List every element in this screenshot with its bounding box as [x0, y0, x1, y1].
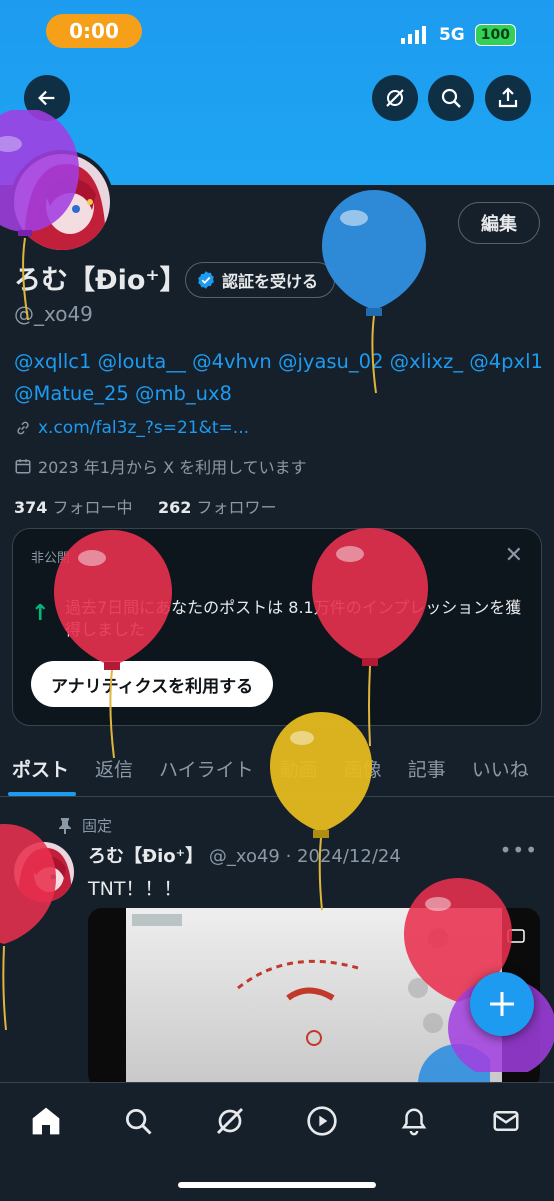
follow-stats: 374 フォロー中 262 フォロワー	[14, 494, 276, 518]
status-time: 0:00	[46, 14, 142, 48]
following-label: フォロー中	[52, 498, 133, 517]
card-private-label: 非公開	[31, 551, 71, 566]
arrow-up-icon: ↑	[31, 601, 50, 626]
nav-explore[interactable]	[120, 1103, 156, 1139]
signal-icon	[400, 26, 426, 44]
profile-link-text[interactable]: x.com/fal3z_?s=21&t=...	[38, 418, 249, 438]
mail-icon	[493, 1111, 519, 1131]
followers-link[interactable]: 262 フォロワー	[158, 498, 277, 517]
tab-images[interactable]: 画像	[332, 755, 396, 782]
pinned-indicator: 固定	[58, 815, 112, 836]
compose-button[interactable]	[470, 972, 534, 1036]
search-button[interactable]	[428, 75, 474, 121]
tab-likes[interactable]: いいね	[460, 755, 543, 782]
verified-badge-icon	[198, 271, 214, 289]
play-icon	[307, 1106, 337, 1136]
joined-text: 2023 年1月から X を利用しています	[38, 458, 307, 477]
post-header: ろむ【Đio⁺】 @_xo49 · 2024/12/24	[88, 842, 401, 868]
tab-posts[interactable]: ポスト	[0, 755, 83, 782]
network-type: 5G	[438, 25, 465, 45]
following-link[interactable]: 374 フォロー中	[14, 498, 133, 517]
more-options-icon[interactable]: •••	[500, 838, 538, 862]
tab-highlights[interactable]: ハイライト	[147, 755, 268, 782]
post-author-name[interactable]: ろむ【Đio⁺】	[88, 846, 203, 867]
battery-level: 100	[474, 24, 516, 46]
post-handle-date: @_xo49 · 2024/12/24	[208, 846, 401, 867]
plus-icon	[490, 992, 514, 1016]
tab-replies[interactable]: 返信	[83, 755, 147, 782]
active-tab-indicator	[8, 792, 76, 796]
tab-articles[interactable]: 記事	[396, 755, 460, 782]
grok-button[interactable]	[372, 75, 418, 121]
profile-handle: @_xo49	[14, 302, 93, 326]
nav-notifications[interactable]	[396, 1103, 432, 1139]
analytics-button[interactable]: アナリティクスを利用する	[31, 661, 274, 707]
link-icon	[17, 421, 29, 435]
grok-icon	[216, 1107, 244, 1135]
pin-icon	[59, 817, 71, 834]
close-icon[interactable]: ✕	[505, 543, 523, 568]
back-button[interactable]	[24, 75, 70, 121]
get-verified-button[interactable]: 認証を受ける	[185, 262, 336, 298]
calendar-icon	[15, 459, 31, 474]
status-icons: 5G 100	[400, 24, 516, 46]
nav-messages[interactable]	[488, 1103, 524, 1139]
search-icon	[441, 88, 461, 108]
profile-tabs: ポスト 返信 ハイライト 動画 画像 記事 いいね	[0, 740, 554, 797]
profile-name: ろむ【Đio⁺】	[14, 265, 187, 296]
profile-link[interactable]: x.com/fal3z_?s=21&t=...	[14, 418, 249, 438]
home-icon	[32, 1107, 60, 1135]
share-button[interactable]	[485, 75, 531, 121]
followers-count: 262	[157, 498, 192, 517]
profile-bio[interactable]: @xqllc1 @louta__ @4vhvn @jyasu_02 @xlixz…	[14, 346, 544, 410]
nav-grok[interactable]	[212, 1103, 248, 1139]
bell-icon	[401, 1108, 427, 1136]
profile-avatar[interactable]	[10, 150, 114, 254]
share-icon	[498, 87, 518, 108]
search-icon	[126, 1109, 152, 1135]
followers-label: フォロワー	[196, 498, 277, 517]
nav-video[interactable]	[304, 1103, 340, 1139]
tab-videos[interactable]: 動画	[268, 755, 332, 782]
joined-date: 2023 年1月から X を利用しています	[14, 454, 307, 478]
arrow-left-icon	[38, 90, 55, 106]
edit-profile-button[interactable]: 編集	[458, 202, 540, 244]
following-count: 374	[14, 498, 48, 517]
post-text: TNT！！！	[88, 878, 183, 900]
grok-icon	[386, 89, 404, 107]
home-indicator[interactable]	[178, 1182, 376, 1188]
impressions-message: 過去7日間にあなたのポストは 8.1万件のインプレッションを獲得しました	[65, 598, 522, 639]
post-avatar[interactable]	[14, 842, 74, 902]
analytics-card: 非公開 ✕ ↑ 過去7日間にあなたのポストは 8.1万件のインプレッションを獲得…	[12, 528, 542, 726]
pinned-label: 固定	[82, 817, 113, 835]
nav-home[interactable]	[28, 1103, 64, 1139]
get-verified-label: 認証を受ける	[222, 272, 319, 291]
